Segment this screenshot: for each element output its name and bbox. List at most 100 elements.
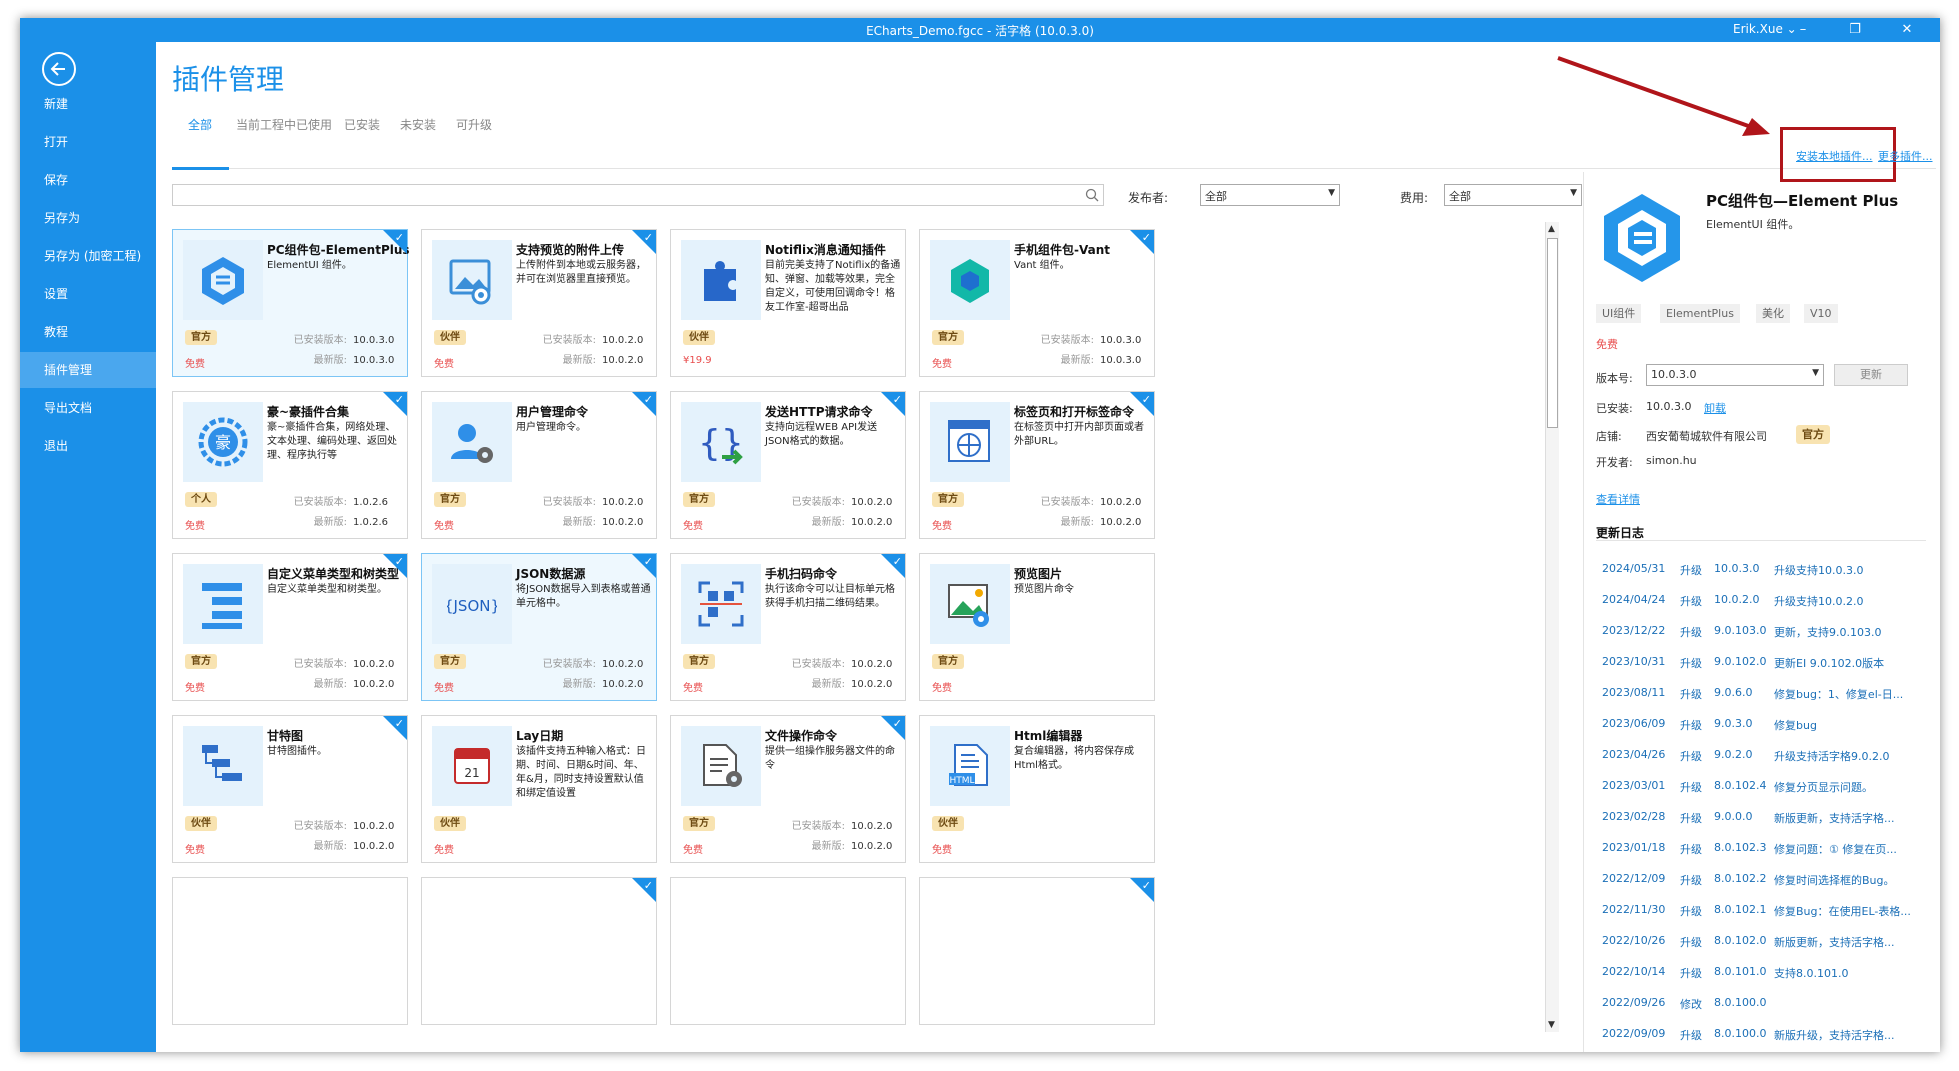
plugin-price: 免费	[434, 521, 454, 532]
uninstall-link[interactable]: 卸载	[1704, 400, 1726, 416]
plugin-icon-tile	[183, 726, 263, 806]
sidebar-item[interactable]: 设置	[20, 276, 156, 312]
changelog-date: 2023/03/01	[1602, 779, 1666, 792]
installed-version-value: 10.0.2.0	[602, 497, 644, 508]
plugin-card[interactable]: 标签页和打开标签命令 在标签页中打开内部页面或者外部URL。 官方 免费 已安装版本: 1…	[919, 391, 1155, 539]
changelog-version: 8.0.102.2	[1714, 872, 1767, 885]
panel-divider	[1583, 172, 1584, 1052]
publisher-badge: 官方	[932, 654, 964, 669]
plugin-card[interactable]: HTML Html编辑器 复合编辑器，将内容保存成Html格式。 伙伴 免费	[919, 715, 1155, 863]
plugin-card[interactable]: 手机组件包-Vant Vant 组件。 官方 免费 已安装版本: 10.0.3.0 最新版:…	[919, 229, 1155, 377]
tab-not-installed[interactable]: 未安装	[400, 116, 436, 133]
sidebar-item[interactable]: 退出	[20, 428, 156, 464]
elementplus-hexagon-icon	[202, 257, 244, 305]
publisher-select[interactable]: 全部 ▼	[1200, 184, 1340, 206]
tab-upgradable[interactable]: 可升级	[456, 116, 492, 133]
minimize-button[interactable]: –	[1788, 19, 1818, 41]
latest-version-row: 最新版: 10.0.2.0	[217, 675, 397, 690]
plugin-icon-tile	[432, 240, 512, 320]
plugin-card-partial[interactable]	[670, 877, 906, 1025]
restore-button[interactable]: ❐	[1840, 19, 1870, 41]
installed-version-label: 已安装版本:	[791, 821, 845, 832]
category-chip[interactable]: V10	[1804, 304, 1838, 323]
fee-select[interactable]: 全部 ▼	[1444, 184, 1582, 206]
sidebar-item[interactable]: 保存	[20, 162, 156, 198]
plugin-card[interactable]: PC组件包-ElementPlus ElementUI 组件。 官方 免费 已安装版本:…	[172, 229, 410, 377]
calendar-icon: 21	[454, 748, 490, 784]
sidebar-item[interactable]: 新建	[20, 86, 156, 122]
plugin-card[interactable]: 文件操作命令 提供一组操作服务器文件的命令 官方 免费 已安装版本: 10.0.2.0 最新…	[670, 715, 906, 863]
search-input[interactable]	[172, 184, 1104, 206]
changelog-type: 升级	[1680, 657, 1702, 670]
installed-check-corner: ✓	[881, 392, 905, 416]
plugin-card[interactable]: 手机扫码命令 执行该命令可以让目标单元格获得手机扫描二维码结果。 官方 免费 已安装版本…	[670, 553, 906, 701]
fee-value: 全部	[1449, 190, 1471, 203]
plugin-card[interactable]: 甘特图 甘特图插件。 伙伴 免费 已安装版本: 10.0.2.0 最新版: 10.0.2.0 ✓	[172, 715, 408, 863]
plugin-icon-tile	[681, 240, 761, 320]
version-select[interactable]: 10.0.3.0 ▼	[1646, 364, 1824, 386]
category-chip[interactable]: 美化	[1756, 304, 1790, 323]
install-local-plugin-link[interactable]: 安装本地插件...	[1796, 148, 1873, 164]
plugin-card[interactable]: 支持预览的附件上传 上传附件到本地或云服务器，并可在浏览器里直接预览。 伙伴 免费 已安…	[421, 229, 657, 377]
scrollbar[interactable]: ▲ ▼	[1545, 222, 1559, 1032]
changelog-note: 新版升级，支持活字格...	[1774, 1029, 1895, 1042]
more-plugins-link[interactable]: 更多插件...	[1878, 148, 1933, 164]
latest-version-value: 1.0.2.6	[353, 517, 388, 528]
plugin-icon-tile	[930, 240, 1010, 320]
sidebar-item[interactable]: 另存为	[20, 200, 156, 236]
plugin-price: 免费	[683, 845, 703, 856]
plugin-name: 文件操作命令	[765, 729, 838, 743]
installed-version-row: 已安装版本: 10.0.3.0	[217, 331, 397, 346]
tab-installed[interactable]: 已安装	[344, 116, 380, 133]
sidebar-item[interactable]: 另存为 (加密工程)	[20, 238, 156, 274]
publisher-value: 全部	[1205, 190, 1227, 203]
sidebar-item[interactable]: 打开	[20, 124, 156, 160]
category-chip[interactable]: ElementPlus	[1660, 304, 1740, 323]
fee-label: 费用:	[1400, 191, 1429, 205]
installed-version-row: 已安装版本: 10.0.2.0	[217, 817, 397, 832]
publisher-badge: 个人	[185, 492, 217, 507]
scroll-up-icon[interactable]: ▲	[1548, 224, 1555, 234]
update-button[interactable]: 更新	[1834, 364, 1908, 386]
changelog-type: 升级	[1680, 936, 1702, 949]
installed-version-value: 10.0.2.0	[851, 497, 893, 508]
close-button[interactable]: ✕	[1892, 19, 1922, 41]
plugin-card-partial[interactable]: ✓	[421, 877, 657, 1025]
main-panel: 插件管理 全部 当前工程中已使用 已安装 未安装 可升级 发布者: 全部 ▼ 费用…	[156, 42, 1940, 1052]
installed-version-row: 已安装版本: 10.0.2.0	[466, 493, 646, 508]
changelog-date: 2024/05/31	[1602, 562, 1666, 575]
changelog-date: 2023/12/22	[1602, 624, 1666, 637]
scroll-down-icon[interactable]: ▼	[1548, 1020, 1555, 1030]
tab-used-in-project[interactable]: 当前工程中已使用	[236, 116, 332, 133]
installed-version-value: 10.0.2.0	[602, 659, 644, 670]
plugin-icon-tile: HTML	[930, 726, 1010, 806]
sidebar-item[interactable]: 导出文档	[20, 390, 156, 426]
latest-version-row: 最新版: 10.0.3.0	[217, 351, 397, 366]
plugin-card-partial[interactable]: ✓	[919, 877, 1155, 1025]
plugin-card[interactable]: 21 Lay日期 该插件支持五种输入格式：日期、时间、日期&时间、年、年&月，同时支…	[421, 715, 657, 863]
sidebar-item[interactable]: 插件管理	[20, 352, 156, 388]
app-window: ECharts_Demo.fgcc - 活字格 (10.0.3.0) Erik.…	[20, 18, 1940, 1052]
plugin-card[interactable]: {JSON} JSON数据源将JSON数据导入到表格或普通单元格中。官方免费 已安装…	[421, 553, 657, 701]
plugin-card[interactable]: {} 发送HTTP请求命令 支持向远程WEB API发送JSON格式的数据。 官方 免费…	[670, 391, 906, 539]
back-button[interactable]	[42, 52, 76, 86]
search-icon[interactable]	[1085, 188, 1099, 202]
installed-check-corner: ✓	[383, 230, 407, 254]
plugin-card[interactable]: 豪 豪~豪插件合集 豪~豪插件合集，网络处理、文本处理、编码处理、返回处理、程序执行…	[172, 391, 408, 539]
tab-all[interactable]: 全部	[188, 116, 212, 133]
arrow-left-icon	[50, 62, 65, 76]
plugin-card-partial[interactable]	[172, 877, 408, 1025]
scrollbar-thumb[interactable]	[1547, 238, 1558, 428]
plugin-card[interactable]: 预览图片 预览图片命令 官方 免费	[919, 553, 1155, 701]
plugin-card[interactable]: 自定义菜单类型和树类型 自定义菜单类型和树类型。 官方 免费 已安装版本: 10.0.2.…	[172, 553, 408, 701]
changelog-date: 2022/09/26	[1602, 996, 1666, 1009]
plugin-price: 免费	[434, 845, 454, 856]
view-details-link[interactable]: 查看详情	[1596, 491, 1640, 507]
latest-version-row: 最新版: 10.0.2.0	[466, 675, 646, 690]
plugin-card[interactable]: 用户管理命令 用户管理命令。 官方 免费 已安装版本: 10.0.2.0 最新版: 10.0.…	[421, 391, 657, 539]
category-chip[interactable]: UI组件	[1596, 304, 1642, 323]
plugin-icon-tile: 豪	[183, 402, 263, 482]
sidebar-item[interactable]: 教程	[20, 314, 156, 350]
changelog-type: 升级	[1680, 688, 1702, 701]
plugin-card[interactable]: Notiflix消息通知插件 目前完美支持了Notiflix的备通知、弹窗、加载等…	[670, 229, 906, 377]
